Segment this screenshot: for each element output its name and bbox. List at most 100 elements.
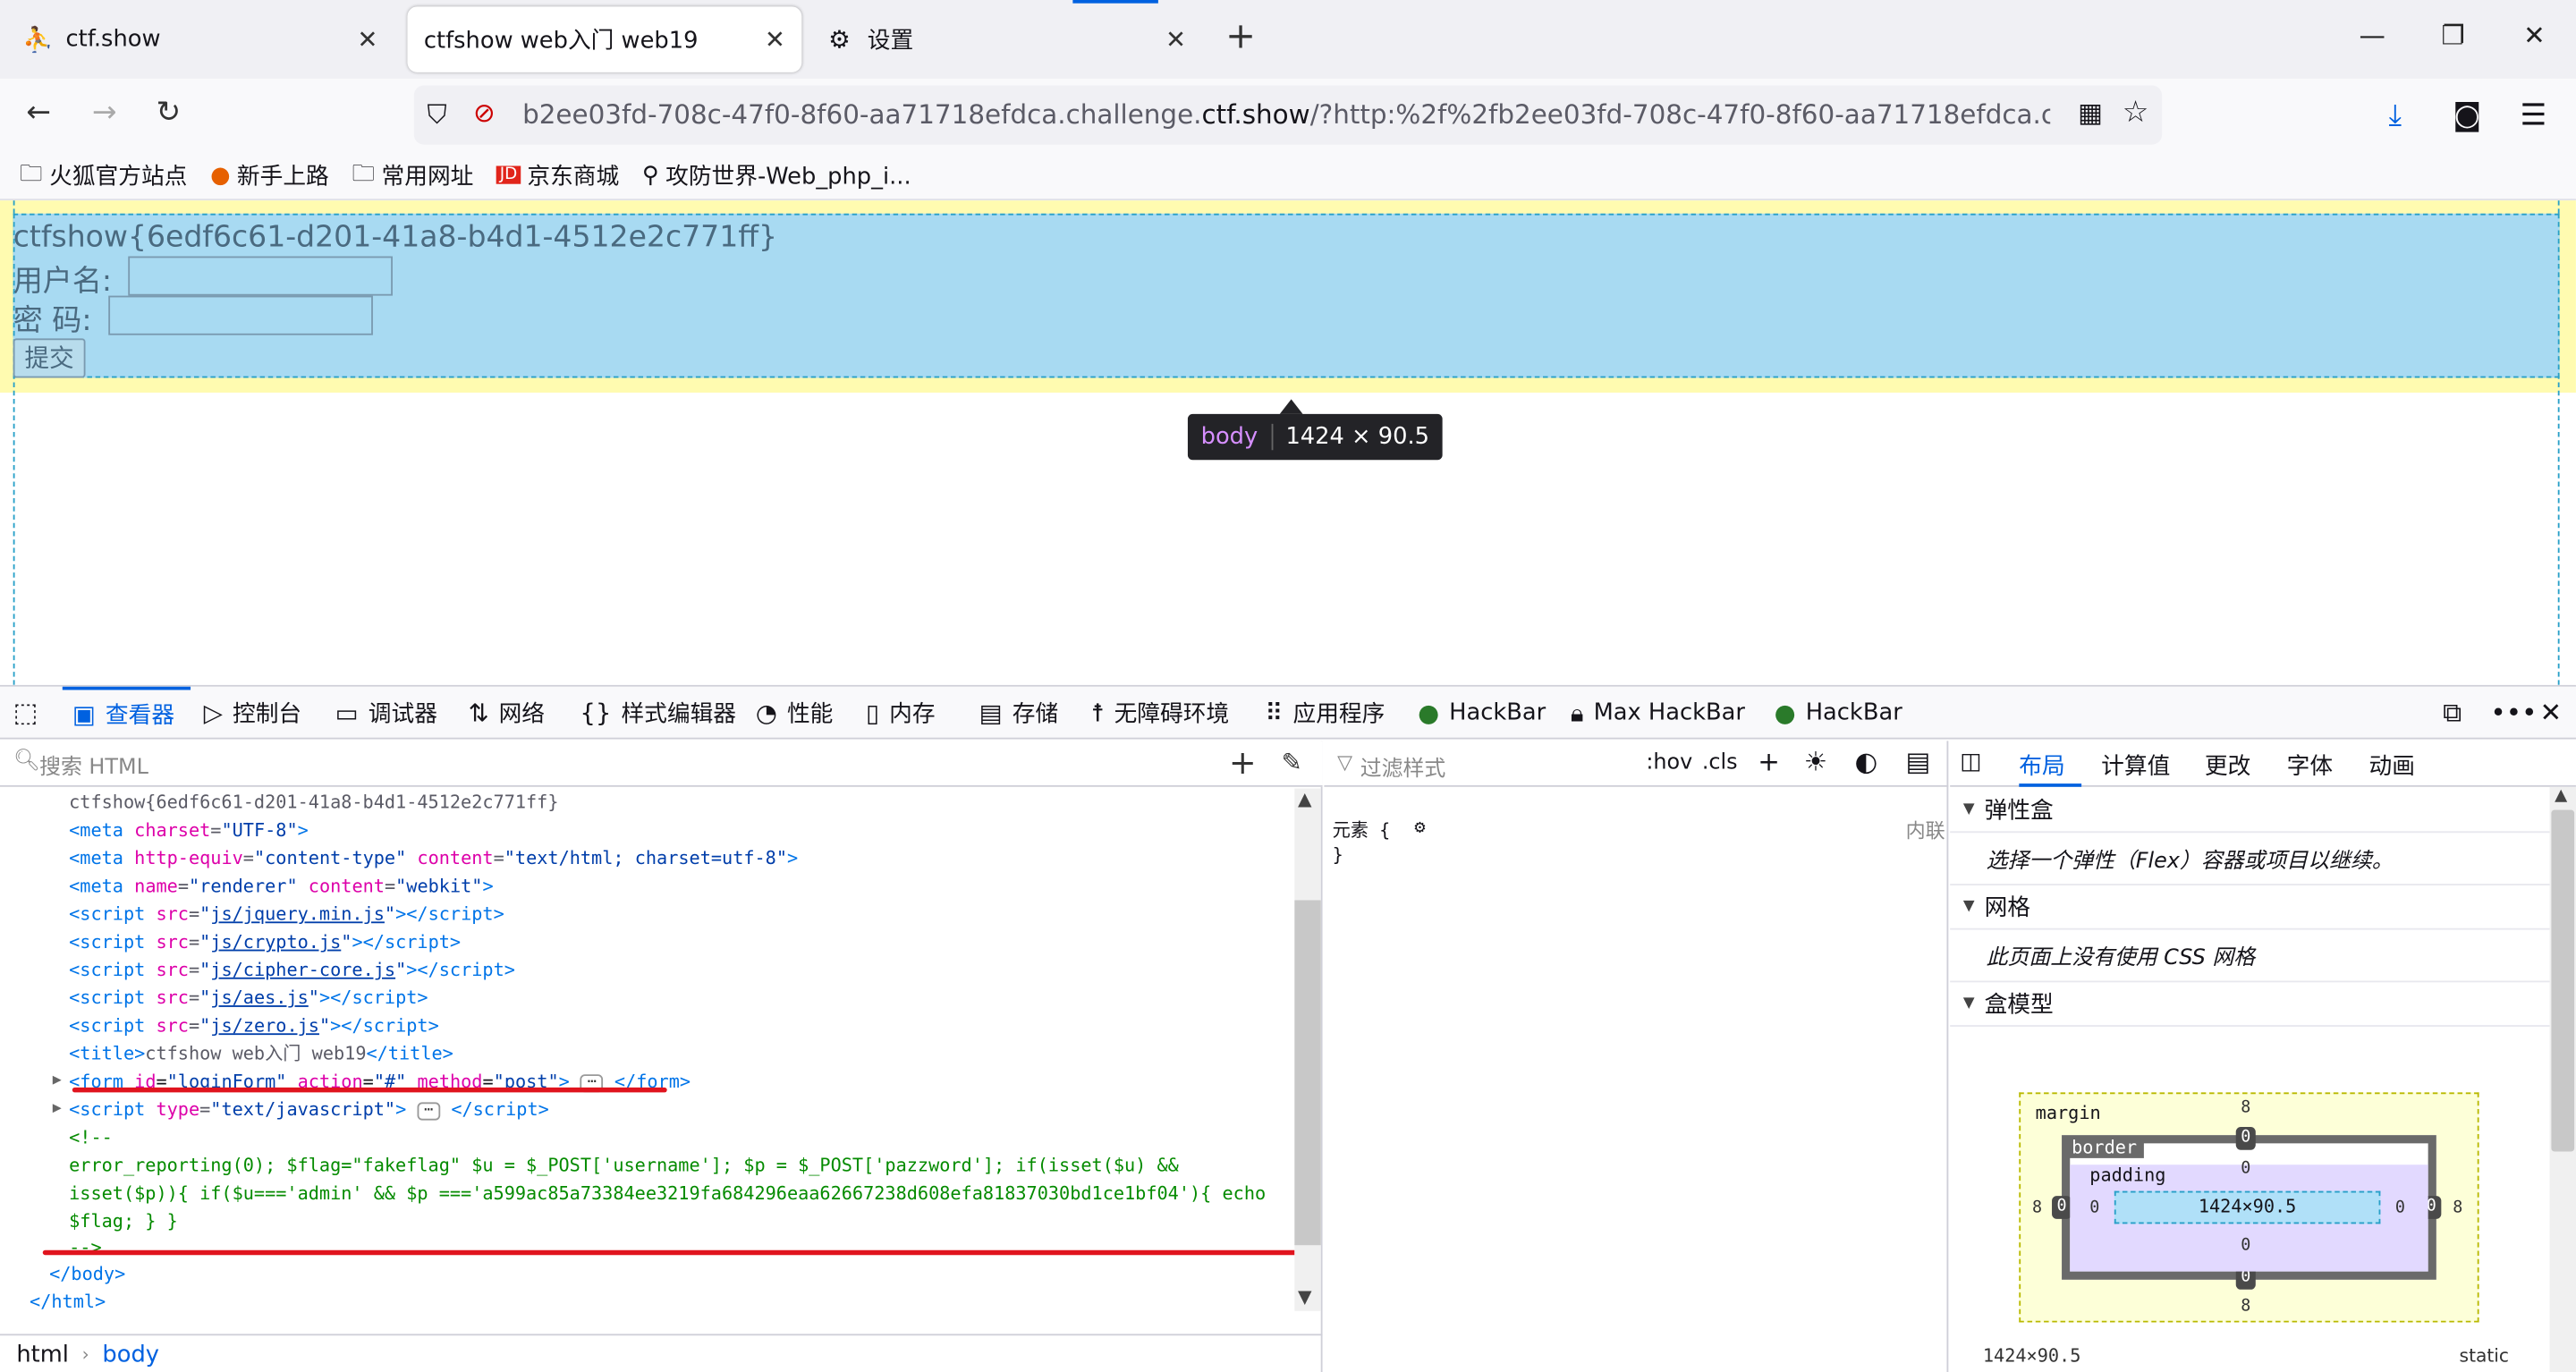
tree-line-comment[interactable]: error_reporting(0); $flag="fakeflag" $u … bbox=[69, 1152, 1179, 1180]
scrollbar-thumb[interactable] bbox=[1294, 900, 1321, 1246]
url-bar[interactable]: ⛉ ⊘ b2ee03fd-708c-47f0-8f60-aa71718efdca… bbox=[413, 85, 2163, 145]
bookmark-star-icon[interactable]: ☆ bbox=[2123, 96, 2149, 131]
tab-storage[interactable]: ▤ 存储 bbox=[979, 687, 1059, 740]
tab-changes[interactable]: 更改 bbox=[2205, 750, 2250, 783]
filter-styles-input[interactable]: 过滤样式 bbox=[1360, 750, 1446, 783]
tree-line-meta[interactable]: <meta charset="UTF-8"> bbox=[69, 817, 309, 844]
tab-memory[interactable]: ▯ 内存 bbox=[866, 687, 936, 740]
insecure-lock-icon[interactable]: ⊘ bbox=[473, 97, 496, 128]
split-pane-icon[interactable]: ◫ bbox=[1960, 750, 1981, 775]
light-theme-icon[interactable]: ☀ bbox=[1804, 746, 1827, 777]
tree-line-script[interactable]: <script src="js/jquery.min.js"></script> bbox=[69, 901, 504, 928]
layout-scrollbar[interactable]: ▲ bbox=[2549, 786, 2576, 1372]
scroll-up-icon[interactable]: ▲ bbox=[1298, 789, 1312, 810]
tab-hackbar[interactable]: ● HackBar bbox=[1418, 687, 1546, 740]
border-top-value[interactable]: 0 bbox=[2235, 1126, 2256, 1150]
padding-top-value[interactable]: 0 bbox=[2241, 1160, 2250, 1178]
tab-ctfshow[interactable]: ⛹ ctf.show ✕ bbox=[6, 6, 394, 72]
tab-fonts[interactable]: 字体 bbox=[2287, 750, 2333, 783]
section-flexbox[interactable]: ▼ 弹性盒 bbox=[1950, 787, 2550, 834]
tree-line-script[interactable]: <script src="js/crypto.js"></script> bbox=[69, 928, 461, 956]
margin-top-value[interactable]: 8 bbox=[2241, 1099, 2250, 1117]
minimize-icon[interactable]: — bbox=[2360, 20, 2385, 51]
restore-icon[interactable]: ❐ bbox=[2441, 20, 2464, 51]
tab-layout[interactable]: 布局 bbox=[2019, 750, 2064, 783]
tab-style-editor[interactable]: {} 样式编辑器 bbox=[580, 687, 736, 740]
more-options-icon[interactable]: ••• bbox=[2490, 697, 2537, 728]
bookmark-item[interactable]: JD 京东商城 bbox=[496, 158, 619, 191]
breadcrumb-body[interactable]: body bbox=[102, 1342, 159, 1368]
bookmark-item[interactable]: ⚲ 攻防世界-Web_php_i... bbox=[642, 158, 911, 191]
tree-line-flag[interactable]: ctfshow{6edf6c61-d201-41a8-b4d1-4512e2c7… bbox=[69, 789, 558, 817]
tab-max-hackbar[interactable]: 🔒︎ Max HackBar bbox=[1571, 687, 1745, 740]
add-node-icon[interactable]: + bbox=[1229, 742, 1257, 782]
shield-icon[interactable]: ⛉ bbox=[428, 98, 447, 131]
new-tab-icon[interactable]: + bbox=[1225, 19, 1256, 55]
back-arrow-icon[interactable]: ← bbox=[26, 96, 51, 131]
submit-button[interactable]: 提交 bbox=[13, 338, 86, 378]
tree-line-body-close[interactable]: </body> bbox=[49, 1260, 125, 1288]
scroll-down-icon[interactable]: ▼ bbox=[1298, 1286, 1312, 1308]
download-icon[interactable]: ⤓ bbox=[2389, 98, 2402, 133]
tab-network[interactable]: ⇅ 网络 bbox=[468, 687, 545, 740]
username-input[interactable] bbox=[128, 256, 393, 296]
section-box-model[interactable]: ▼ 盒模型 bbox=[1950, 980, 2550, 1027]
margin-right-value[interactable]: 8 bbox=[2453, 1199, 2462, 1217]
tab-animations[interactable]: 动画 bbox=[2369, 750, 2415, 783]
expand-triangle-icon[interactable]: ▶ bbox=[53, 1072, 62, 1088]
tree-line-comment[interactable]: <!-- bbox=[69, 1123, 113, 1151]
collapsed-ellipsis-icon[interactable]: ⋯ bbox=[417, 1101, 441, 1120]
tree-line-comment[interactable]: --> bbox=[69, 1233, 102, 1261]
tree-line-comment[interactable]: $flag; } } bbox=[69, 1207, 178, 1235]
private-mask-icon[interactable]: ◙ bbox=[2453, 98, 2481, 133]
tree-line-script-inline[interactable]: <script type="text/javascript"> ⋯ </scri… bbox=[69, 1096, 549, 1123]
tab-inspector[interactable]: ▣ 查看器 bbox=[62, 686, 191, 740]
expand-triangle-icon[interactable]: ▶ bbox=[53, 1101, 62, 1117]
padding-left-value[interactable]: 0 bbox=[2089, 1199, 2099, 1217]
forward-arrow-icon[interactable]: → bbox=[92, 96, 117, 131]
dock-icon[interactable]: ⧉ bbox=[2443, 697, 2462, 730]
reload-icon[interactable]: ↻ bbox=[156, 96, 181, 131]
tab-hackbar-2[interactable]: ● HackBar bbox=[1775, 687, 1902, 740]
bookmark-item[interactable]: ● 新手上路 bbox=[210, 158, 329, 191]
close-tab-icon[interactable]: ✕ bbox=[1165, 25, 1186, 55]
tree-line-title[interactable]: <title>ctfshow web入门 web19</title> bbox=[69, 1040, 453, 1068]
tree-line-script[interactable]: <script src="js/zero.js"></script> bbox=[69, 1012, 439, 1039]
boxmodel-content[interactable]: 1424×90.5 bbox=[2114, 1190, 2381, 1224]
close-tab-icon[interactable]: ✕ bbox=[765, 25, 785, 55]
padding-right-value[interactable]: 0 bbox=[2395, 1199, 2405, 1217]
border-left-value[interactable]: 0 bbox=[2052, 1196, 2072, 1219]
tab-settings[interactable]: ⚙ 设置 ✕ bbox=[809, 6, 1203, 72]
close-window-icon[interactable]: ✕ bbox=[2523, 20, 2546, 51]
tab-application[interactable]: ⠿ 应用程序 bbox=[1265, 687, 1385, 740]
tree-line-script[interactable]: <script src="js/cipher-core.js"></script… bbox=[69, 956, 515, 984]
tab-console[interactable]: ▷ 控制台 bbox=[204, 687, 301, 740]
menu-hamburger-icon[interactable]: ☰ bbox=[2520, 98, 2546, 133]
tab-computed[interactable]: 计算值 bbox=[2101, 750, 2170, 783]
rule-settings-icon[interactable]: ⚙ bbox=[1414, 817, 1425, 838]
tab-performance[interactable]: ◔ 性能 bbox=[756, 687, 833, 740]
breadcrumb-html[interactable]: html bbox=[16, 1342, 69, 1368]
margin-bottom-value[interactable]: 8 bbox=[2241, 1298, 2250, 1316]
tree-line-meta[interactable]: <meta http-equiv="content-type" content=… bbox=[69, 844, 798, 872]
password-input[interactable] bbox=[108, 295, 373, 335]
tree-line-html-close[interactable]: </html> bbox=[30, 1288, 106, 1311]
rule-element-selector[interactable]: 元素 { bbox=[1333, 817, 1391, 843]
tree-line-comment[interactable]: isset($p)){ if($u==='admin' && $p ==='a5… bbox=[69, 1180, 1266, 1207]
tree-line-script[interactable]: <script src="js/aes.js"></script> bbox=[69, 984, 428, 1012]
close-tab-icon[interactable]: ✕ bbox=[357, 25, 377, 55]
margin-left-value[interactable]: 8 bbox=[2032, 1199, 2042, 1217]
dark-theme-icon[interactable]: ◐ bbox=[1855, 746, 1878, 777]
cls-toggle[interactable]: .cls bbox=[1702, 750, 1738, 775]
section-grid[interactable]: ▼ 网格 bbox=[1950, 884, 2550, 930]
url-text[interactable]: b2ee03fd-708c-47f0-8f60-aa71718efdca.cha… bbox=[522, 98, 2050, 130]
padding-bottom-value[interactable]: 0 bbox=[2241, 1237, 2250, 1255]
print-media-icon[interactable]: ▤ bbox=[1906, 746, 1931, 777]
scrollbar-thumb[interactable] bbox=[2551, 809, 2575, 1152]
close-devtools-icon[interactable]: ✕ bbox=[2540, 697, 2563, 728]
qr-code-icon[interactable]: ▦ bbox=[2078, 97, 2103, 128]
tab-accessibility[interactable]: ☨ 无障碍环境 bbox=[1091, 687, 1230, 740]
html-search-input[interactable]: 搜索 HTML bbox=[39, 750, 148, 781]
scroll-up-icon[interactable]: ▲ bbox=[2555, 787, 2567, 805]
tab-web19[interactable]: ctfshow web入门 web19 ✕ bbox=[407, 6, 802, 72]
